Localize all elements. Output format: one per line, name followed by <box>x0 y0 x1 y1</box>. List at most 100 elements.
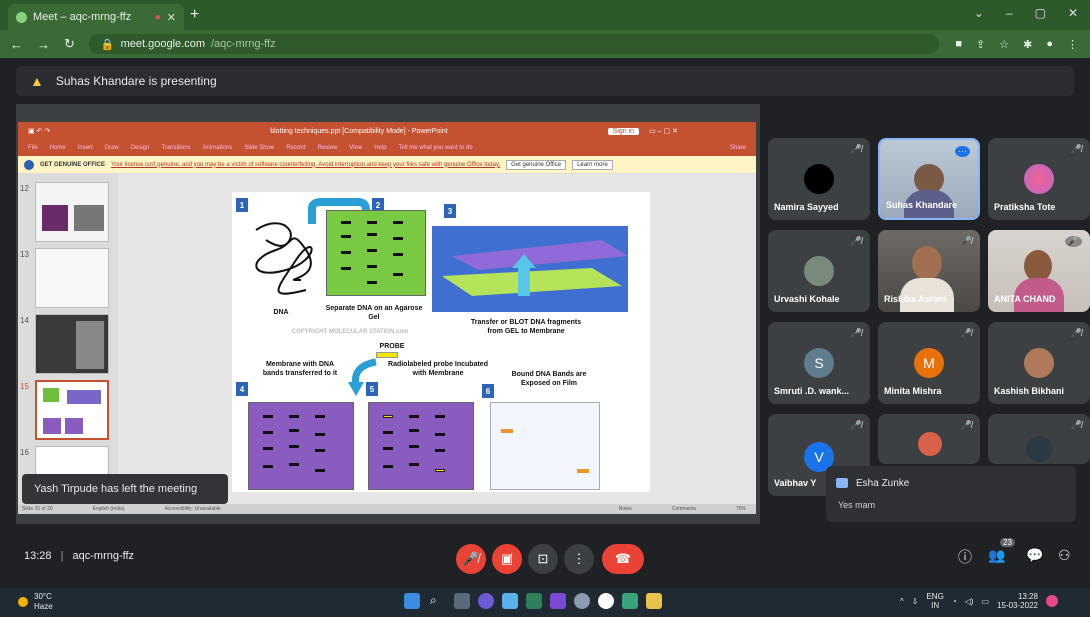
participant-tile[interactable]: 🎤̸ Rishika Asrani <box>878 230 980 312</box>
participant-left-toast: Yash Tirpude has left the meeting <box>22 474 228 504</box>
store-icon[interactable] <box>550 593 566 609</box>
menu-dots-icon[interactable]: ⋮ <box>1067 38 1078 51</box>
slide-thumbnail-selected <box>35 380 109 440</box>
ppt-notes: Notes <box>618 506 632 512</box>
weather-desc: Haze <box>34 602 53 611</box>
participant-tile[interactable]: 🎤 ANITA CHAND <box>988 230 1090 312</box>
ppt-menu-item: Record <box>286 145 306 151</box>
minimize-button[interactable]: – <box>1006 6 1013 20</box>
chrome-icon[interactable] <box>598 593 614 609</box>
ppt-title-bar: ▣ ↶ ↷ blotting techniques.ppt [Compatibi… <box>18 122 756 140</box>
bookmark-star-icon[interactable]: ☆ <box>999 38 1009 51</box>
mic-muted-icon: 🎤̸ <box>850 236 862 246</box>
ppt-menu-item: Design <box>130 145 150 151</box>
camera-icon[interactable]: ■ <box>955 38 962 51</box>
dna-label: DNA <box>273 309 289 316</box>
ppt-menu-item: Home <box>49 145 66 151</box>
participant-avatar <box>918 432 942 456</box>
tray-overflow-icon[interactable]: ^ <box>900 597 904 606</box>
ppt-ribbon-tabs: File Home Insert Draw Design Transitions… <box>18 140 756 156</box>
language-region: IN <box>931 601 940 610</box>
slide-thumbnail <box>35 248 109 308</box>
maximize-button[interactable]: ▢ <box>1035 6 1046 20</box>
system-tray: ^ ⇩ ENG IN ◔ ◁) ▭ 13:28 15-03-2022 <box>900 592 1058 610</box>
ppt-zoom: 75% <box>735 506 746 512</box>
extension-icons: ■ ⇪ ☆ ✱ ● ⋮ <box>955 38 1078 51</box>
share-icon[interactable]: ⇪ <box>976 38 985 51</box>
separate-dna-label: Separate DNA on an Agarose Gel <box>325 305 423 321</box>
chat-icon[interactable]: 💬 <box>1026 547 1043 564</box>
participant-name: Urvashi Kohale <box>774 294 840 304</box>
extensions-icon[interactable]: ✱ <box>1023 38 1032 51</box>
edge-icon[interactable] <box>526 593 542 609</box>
tab-close-icon[interactable]: ✕ <box>167 11 176 24</box>
chat-notification[interactable]: Esha Zunke Yes mam <box>826 466 1076 522</box>
ppt-comments: Comments <box>671 506 696 512</box>
participant-tile[interactable]: 🎤̸ Urvashi Kohale <box>768 230 870 312</box>
more-options-icon[interactable]: ⋯ <box>955 146 970 157</box>
participant-name: Kashish Bikhani <box>994 386 1065 396</box>
settings-icon[interactable] <box>574 593 590 609</box>
ppt-menu-item: Animations <box>202 145 233 151</box>
participant-tile[interactable]: 🎤̸ <box>878 414 980 464</box>
weather-widget[interactable]: 30°C Haze <box>18 592 53 612</box>
participant-avatar <box>1024 164 1054 194</box>
search-icon[interactable]: ⌕ <box>430 593 446 609</box>
notification-icon[interactable] <box>1045 595 1058 607</box>
more-options-button[interactable]: ⋮ <box>564 544 594 574</box>
camera-toggle-button[interactable]: ▣̸ <box>492 544 522 574</box>
task-view-icon[interactable] <box>454 593 470 609</box>
ppt-window-controls: ▭ – ▢ ✕ <box>649 128 678 135</box>
clock-time: 13:28 <box>1017 592 1038 601</box>
presenter-banner: ▲ Suhas Khandare is presenting <box>16 66 1074 96</box>
chat-sender: Esha Zunke <box>856 478 910 489</box>
meeting-info-icon[interactable]: ⓘ <box>958 547 972 567</box>
wifi-icon[interactable]: ◔ <box>952 597 957 606</box>
new-tab-button[interactable]: + <box>190 6 199 24</box>
activities-icon[interactable]: ⚇ <box>1058 547 1071 564</box>
ppt-save-icon: ▣ ↶ ↷ <box>28 128 51 135</box>
browser-tab[interactable]: Meet – aqc-mrng-ffz ● ✕ <box>8 4 184 30</box>
meet-favicon-icon <box>16 11 27 23</box>
teams-chat-icon[interactable] <box>478 593 494 609</box>
mic-toggle-button[interactable]: 🎤̸ <box>456 544 486 574</box>
participant-tile[interactable]: M 🎤̸ Minita Mishra <box>878 322 980 404</box>
slide-number: 16 <box>20 448 29 457</box>
volume-icon[interactable]: ◁) <box>965 597 974 606</box>
participant-tile[interactable]: 🎤̸ <box>988 414 1090 464</box>
participant-tile-active[interactable]: ⋯ Suhas Khandare <box>878 138 980 220</box>
back-icon[interactable]: ← <box>10 37 23 52</box>
transfer-label: Transfer or BLOT DNA fragments from GEL … <box>470 319 582 335</box>
mic-muted-icon: 🎤̸ <box>1070 328 1082 338</box>
app-icon[interactable] <box>622 593 638 609</box>
widgets-icon[interactable] <box>502 593 518 609</box>
end-call-button[interactable]: ☎ <box>602 544 644 574</box>
ppt-status-bar: Slide 15 of 30 English (India) Accessibi… <box>18 504 756 514</box>
forward-icon[interactable]: → <box>37 37 50 52</box>
participant-tile[interactable]: 🎤̸ Kashish Bikhani <box>988 322 1090 404</box>
reload-icon[interactable]: ↻ <box>64 36 75 52</box>
participant-tile[interactable]: S 🎤̸ Smruti .D. wank... <box>768 322 870 404</box>
windows-start-icon[interactable] <box>404 593 420 609</box>
participant-name: Pratiksha Tote <box>994 202 1056 212</box>
tray-app-icon[interactable]: ⇩ <box>912 597 919 606</box>
mic-muted-icon: 🎤̸ <box>850 328 862 338</box>
participant-tile[interactable]: 🎤̸ Pratiksha Tote <box>988 138 1090 220</box>
close-window-button[interactable]: ✕ <box>1068 6 1078 20</box>
language-code: ENG <box>926 592 944 601</box>
tab-search-icon[interactable]: ⌄ <box>974 6 984 20</box>
people-icon[interactable]: 👥 <box>988 547 1005 564</box>
file-explorer-icon[interactable] <box>646 593 662 609</box>
profile-icon[interactable]: ● <box>1046 38 1053 51</box>
url-field[interactable]: 🔒 meet.google.com/aqc-mrng-ffz <box>88 34 939 54</box>
ppt-menu-item: Review <box>317 145 338 151</box>
ppt-menu-item: Help <box>374 145 387 151</box>
membrane-label: Membrane with DNA bands transferred to i… <box>262 361 338 377</box>
battery-icon[interactable]: ▭ <box>981 597 989 606</box>
participant-tile[interactable]: 🎤̸ Namira Sayyed <box>768 138 870 220</box>
step-number: 6 <box>482 384 494 398</box>
participant-name: Rishika Asrani <box>884 294 947 304</box>
present-screen-button[interactable]: ⊡ <box>528 544 558 574</box>
ppt-menu-item: Transitions <box>161 145 191 151</box>
sun-icon <box>18 597 28 607</box>
